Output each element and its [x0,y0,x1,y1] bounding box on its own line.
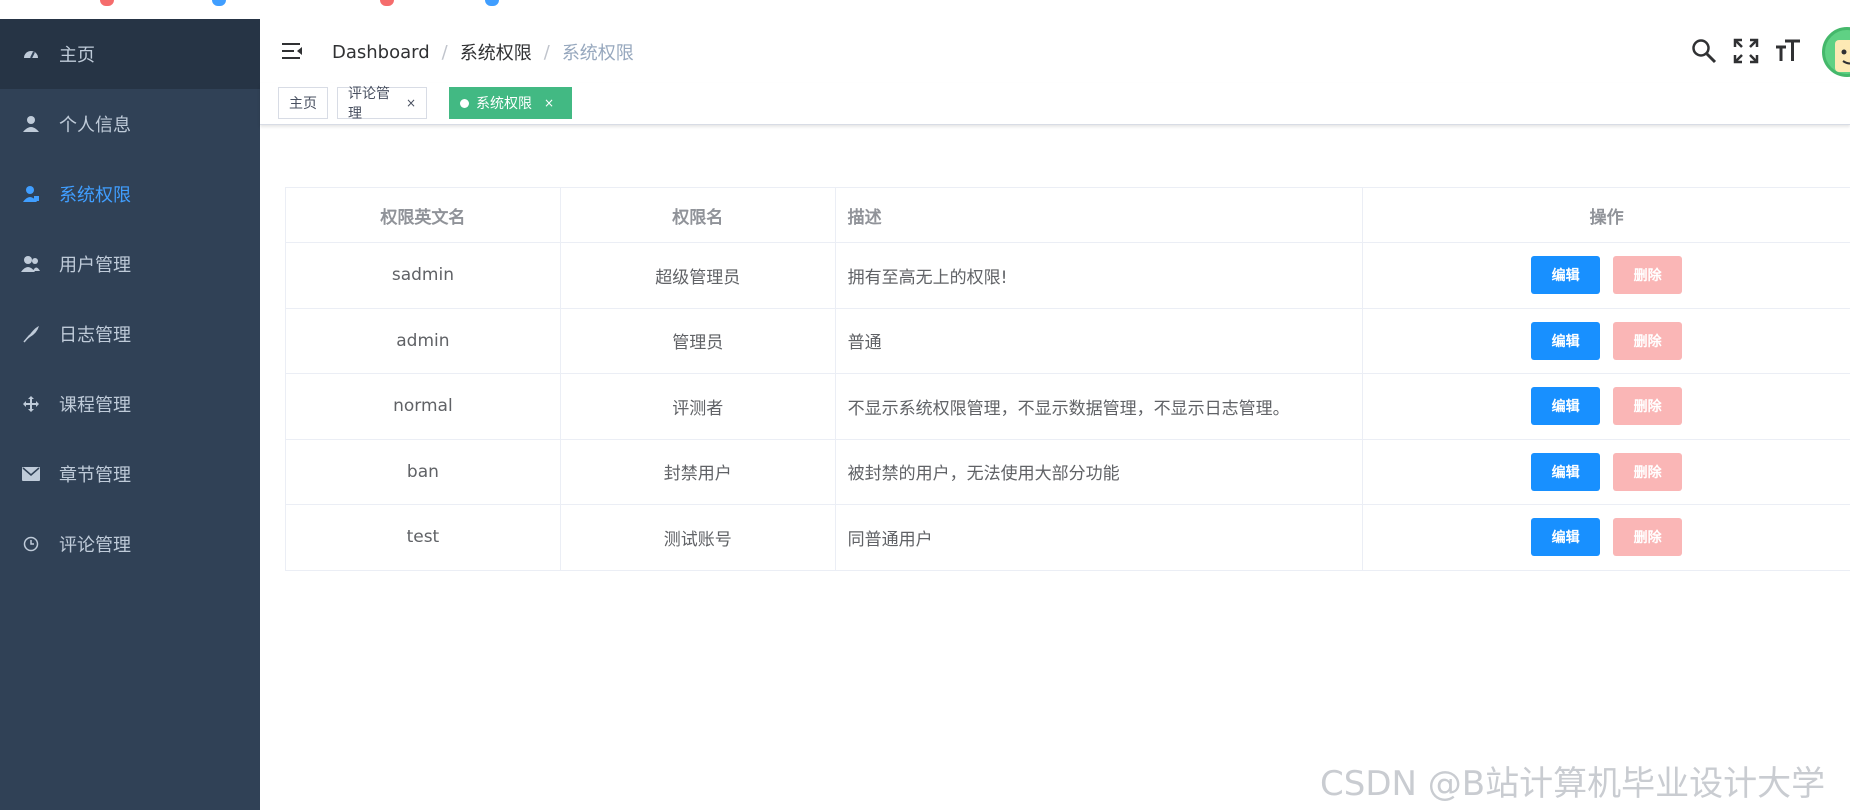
cell-description: 普通 [836,308,1364,373]
cell-en-name: sadmin [286,243,561,308]
cell-actions: 编辑 删除 [1363,374,1850,439]
breadcrumb: Dashboard / 系统权限 / 系统权限 [332,39,634,65]
column-header-name: 权限名 [561,188,836,242]
close-icon[interactable]: × [406,96,416,110]
browser-favicon-icon [485,0,499,6]
delete-button[interactable]: 删除 [1613,321,1683,360]
cell-actions: 编辑 删除 [1363,505,1850,570]
sidebar-item-users[interactable]: 用户管理 [0,229,260,299]
cell-description: 拥有至高无上的权限! [836,243,1364,308]
cell-name: 管理员 [561,308,836,373]
sidebar-item-chapters[interactable]: 章节管理 [0,439,260,509]
breadcrumb-dashboard[interactable]: Dashboard [332,42,430,63]
tag-home[interactable]: 主页 [278,87,328,119]
cell-en-name: admin [286,308,561,373]
permissions-table: 权限英文名 权限名 描述 操作 sadmin 超级管理员 拥有至高无上的权限! … [285,187,1850,571]
table-row: normal 评测者 不显示系统权限管理，不显示数据管理，不显示日志管理。 编辑… [286,374,1850,440]
edit-button[interactable]: 编辑 [1531,518,1601,557]
feather-icon [20,323,42,345]
delete-button[interactable]: 删除 [1613,256,1683,295]
user-shield-icon [20,183,42,205]
tag-permissions[interactable]: 系统权限 × [449,87,572,119]
sidebar: 主页 个人信息 系统权限 用户管理 日志管理 课程管理 章节管理 评论管理 [0,19,260,810]
cell-name: 评测者 [561,374,836,439]
cell-en-name: ban [286,439,561,504]
cell-actions: 编辑 删除 [1363,309,1850,374]
sidebar-item-permissions[interactable]: 系统权限 [0,159,260,229]
table-row: sadmin 超级管理员 拥有至高无上的权限! 编辑 删除 [286,243,1850,309]
browser-favicon-icon [100,0,114,6]
cell-description: 同普通用户 [836,505,1364,570]
cell-description: 被封禁的用户，无法使用大部分功能 [836,439,1364,504]
cell-en-name: normal [286,374,561,439]
avatar[interactable] [1822,27,1850,77]
cell-description: 不显示系统权限管理，不显示数据管理，不显示日志管理。 [836,374,1364,439]
sidebar-item-logs[interactable]: 日志管理 [0,299,260,369]
browser-favicon-icon [212,0,226,6]
delete-button[interactable]: 删除 [1613,387,1683,426]
sidebar-item-profile[interactable]: 个人信息 [0,89,260,159]
tag-label: 系统权限 [476,96,532,112]
cell-actions: 编辑 删除 [1363,440,1850,505]
tag-label: 主页 [289,96,317,112]
sidebar-item-home[interactable]: 主页 [0,19,260,89]
users-icon [20,253,42,275]
sidebar-item-label: 个人信息 [59,115,131,136]
edit-button[interactable]: 编辑 [1531,321,1601,360]
sidebar-item-label: 课程管理 [59,395,131,416]
breadcrumb-current: 系统权限 [561,43,634,64]
breadcrumb-permissions[interactable]: 系统权限 [460,39,532,65]
user-icon [20,113,42,135]
active-dot-icon [460,98,469,108]
watermark: CSDN @B站计算机毕业设计大学 [1320,764,1826,804]
table-row: ban 封禁用户 被封禁的用户，无法使用大部分功能 编辑 删除 [286,439,1850,505]
sidebar-item-courses[interactable]: 课程管理 [0,369,260,439]
clock-icon [20,533,42,555]
browser-favicon-icon [380,0,394,6]
table-row: admin 管理员 普通 编辑 删除 [286,308,1850,374]
move-icon [20,393,42,415]
cell-name: 封禁用户 [561,439,836,504]
tag-comments[interactable]: 评论管理 × [337,86,427,122]
cell-actions: 编辑 删除 [1363,243,1850,308]
fullscreen-icon[interactable] [1732,37,1760,65]
sidebar-item-label: 日志管理 [59,325,131,346]
column-header-en-name: 权限英文名 [286,188,561,242]
sidebar-item-label: 用户管理 [59,255,131,276]
cell-en-name: test [286,505,561,570]
navbar: Dashboard / 系统权限 / 系统权限 [260,19,1850,83]
mail-icon [20,463,42,485]
search-icon[interactable] [1690,37,1718,65]
font-size-icon[interactable] [1774,37,1802,65]
close-icon[interactable]: × [544,96,554,110]
edit-button[interactable]: 编辑 [1531,387,1601,426]
edit-button[interactable]: 编辑 [1531,452,1601,491]
breadcrumb-separator: / [543,41,550,63]
sidebar-item-label: 系统权限 [59,185,131,206]
hamburger-menu-icon[interactable] [280,39,304,63]
sidebar-item-label: 评论管理 [59,535,131,556]
edit-button[interactable]: 编辑 [1531,256,1601,295]
breadcrumb-separator: / [441,41,448,63]
sidebar-item-label: 主页 [59,45,95,66]
cell-name: 超级管理员 [561,243,836,308]
dashboard-icon [20,43,42,65]
browser-tab-strip [0,0,1850,19]
sidebar-item-label: 章节管理 [59,465,131,486]
cell-name: 测试账号 [561,505,836,570]
column-header-actions: 操作 [1589,207,1624,228]
delete-button[interactable]: 删除 [1613,518,1683,557]
tags-view: 主页 评论管理 × 系统权限 × [260,83,1850,125]
table-header-row: 权限英文名 权限名 描述 操作 [286,188,1850,243]
delete-button[interactable]: 删除 [1613,452,1683,491]
table-row: test 测试账号 同普通用户 编辑 删除 [286,505,1850,571]
column-header-description: 描述 [836,188,1364,242]
tag-label: 评论管理 [348,86,390,122]
sidebar-item-comments[interactable]: 评论管理 [0,509,260,579]
